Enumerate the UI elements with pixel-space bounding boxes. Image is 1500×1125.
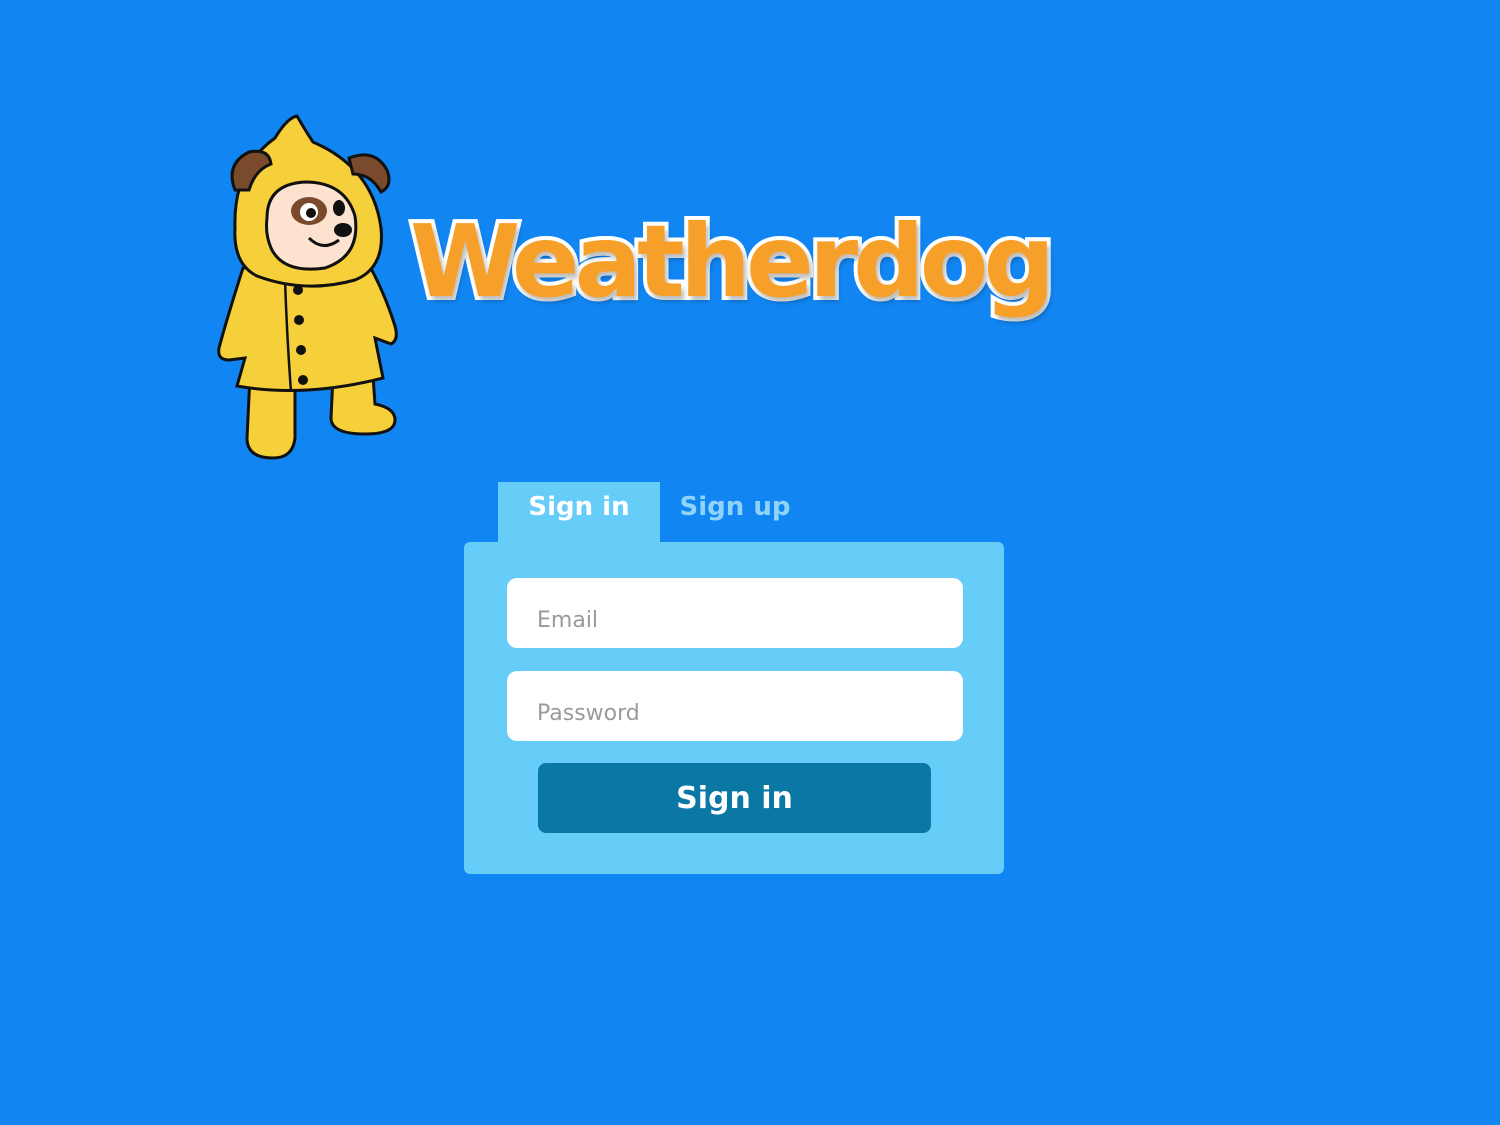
raincoat-dog-mascot-icon: [217, 114, 398, 460]
sign-in-panel: Sign in: [464, 542, 1004, 874]
email-field[interactable]: [507, 578, 963, 648]
tab-sign-in[interactable]: Sign in: [498, 482, 660, 542]
tab-sign-up[interactable]: Sign up: [665, 482, 805, 542]
brand-logo-text: Weatherdog: [406, 203, 1059, 320]
sign-in-button[interactable]: Sign in: [538, 763, 931, 833]
password-field[interactable]: [507, 671, 963, 741]
